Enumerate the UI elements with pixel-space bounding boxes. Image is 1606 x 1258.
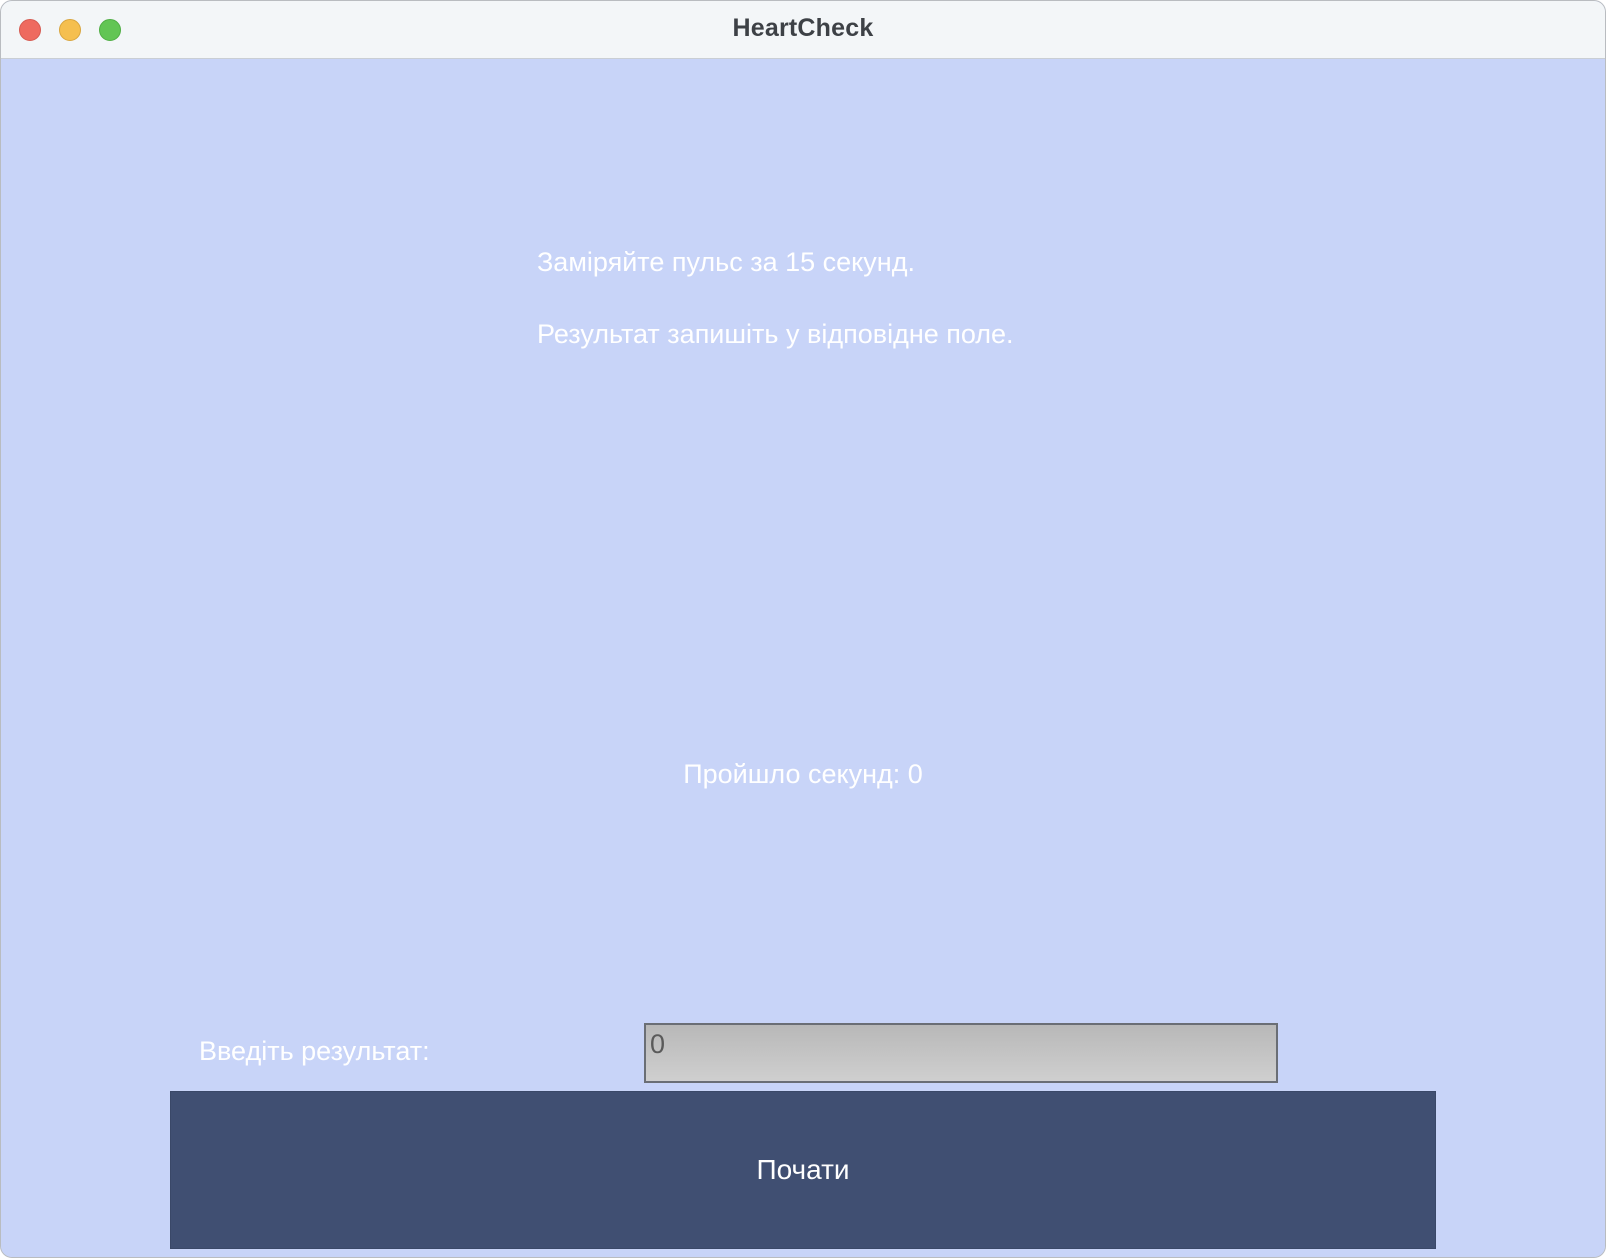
window-title: HeartCheck xyxy=(732,14,874,42)
instruction-text-1: Заміряйте пульс за 15 секунд. xyxy=(537,247,915,277)
main-content: Заміряйте пульс за 15 секунд. Результат … xyxy=(1,59,1605,1257)
title-bar[interactable]: HeartCheck xyxy=(1,1,1605,59)
start-button[interactable]: Почати xyxy=(170,1091,1436,1249)
result-label: Введіть результат: xyxy=(199,1036,430,1066)
result-input[interactable] xyxy=(644,1023,1278,1083)
instruction-text-2: Результат запишіть у відповідне поле. xyxy=(537,319,1014,349)
app-window: HeartCheck Заміряйте пульс за 15 секунд.… xyxy=(0,0,1606,1258)
elapsed-seconds-label: Пройшло секунд: 0 xyxy=(683,759,923,789)
